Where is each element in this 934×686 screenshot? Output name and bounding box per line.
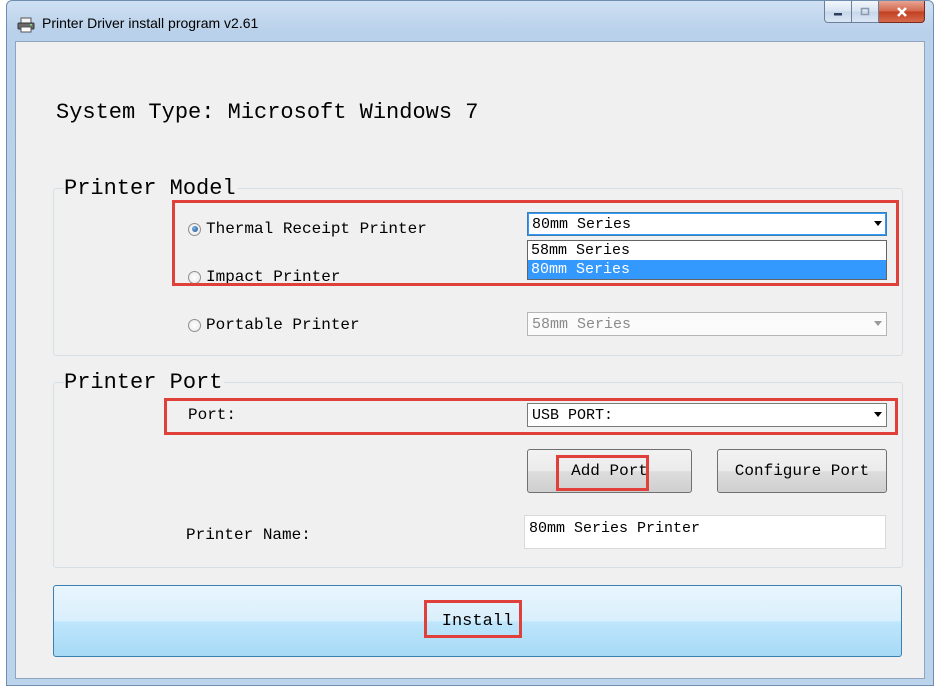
thermal-series-combo[interactable]: 80mm Series — [527, 212, 887, 236]
chevron-down-icon — [874, 412, 882, 417]
configure-port-label: Configure Port — [734, 462, 870, 480]
install-button[interactable]: Install — [53, 585, 902, 657]
chevron-down-icon — [874, 321, 882, 326]
maximize-button[interactable] — [852, 1, 879, 23]
radio-portable-label: Portable Printer — [206, 316, 360, 334]
system-type-label: System Type: Microsoft Windows 7 — [56, 100, 479, 125]
minimize-icon — [834, 12, 842, 15]
window-title: Printer Driver install program v2.61 — [42, 15, 259, 31]
maximize-icon — [860, 7, 870, 15]
printer-name-input[interactable]: 80mm Series Printer — [524, 515, 886, 549]
radio-unchecked-icon — [188, 318, 201, 332]
dropdown-item-58mm[interactable]: 58mm Series — [528, 241, 886, 260]
printer-name-label: Printer Name: — [186, 526, 311, 544]
radio-thermal-receipt[interactable]: Thermal Receipt Printer — [188, 220, 427, 238]
thermal-series-value: 80mm Series — [532, 215, 632, 233]
chevron-down-icon — [874, 221, 882, 226]
add-port-label: Add Port — [571, 462, 648, 480]
close-button[interactable] — [879, 1, 925, 23]
title-bar[interactable]: Printer Driver install program v2.61 — [7, 1, 933, 41]
radio-portable[interactable]: Portable Printer — [188, 316, 360, 334]
dropdown-item-80mm[interactable]: 80mm Series — [528, 260, 886, 279]
radio-impact-label: Impact Printer — [206, 268, 341, 286]
port-combo[interactable]: USB PORT: — [527, 403, 887, 427]
port-label: Port: — [188, 406, 237, 424]
printer-app-icon — [17, 17, 35, 33]
radio-impact[interactable]: Impact Printer — [188, 268, 340, 286]
portable-series-value: 58mm Series — [532, 315, 632, 333]
minimize-button[interactable] — [824, 1, 852, 23]
radio-checked-icon — [188, 222, 201, 236]
caption-buttons — [824, 1, 925, 23]
printer-port-label: Printer Port — [64, 370, 225, 395]
add-port-button[interactable]: Add Port — [527, 449, 692, 493]
port-value: USB PORT: — [532, 406, 614, 424]
radio-thermal-label: Thermal Receipt Printer — [206, 220, 427, 238]
install-label: Install — [441, 611, 514, 631]
thermal-series-dropdown: 58mm Series 80mm Series — [527, 240, 887, 280]
radio-unchecked-icon — [188, 270, 201, 284]
printer-model-label: Printer Model — [64, 176, 238, 201]
configure-port-button[interactable]: Configure Port — [717, 449, 887, 493]
close-icon — [896, 6, 907, 17]
portable-series-combo[interactable]: 58mm Series — [527, 312, 887, 336]
client-area — [15, 41, 925, 679]
